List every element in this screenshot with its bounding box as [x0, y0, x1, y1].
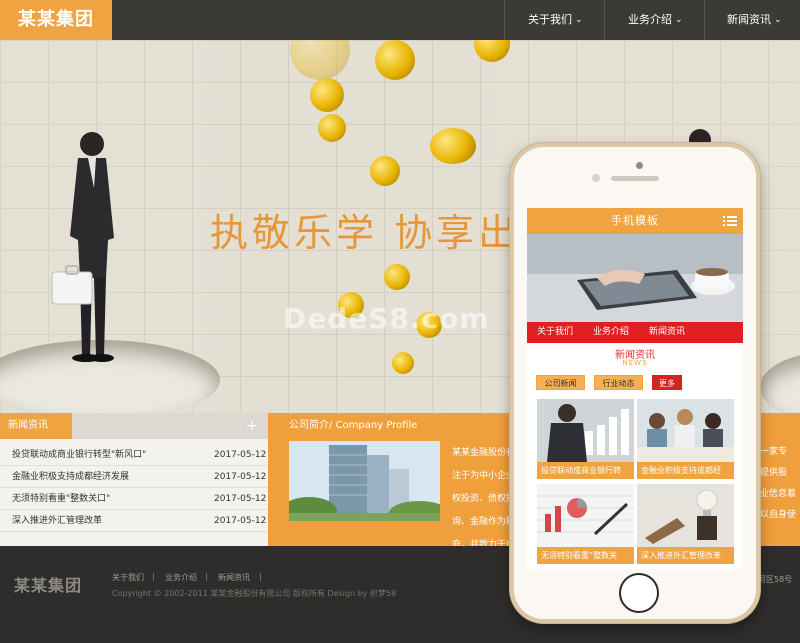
- watermark-text: DedeS8.com: [283, 302, 490, 335]
- footer-separator: |: [205, 572, 208, 581]
- nav-divider: [704, 0, 705, 40]
- mobile-screen: 手机模板 关于我们 业务介绍 新闻资讯 新闻资讯 NEWS 公司新闻 行业动态 …: [527, 208, 743, 569]
- site-header: 某某集团 关于我们 ⌄ 业务介绍 ⌄ 新闻资讯 ⌄: [0, 0, 800, 40]
- phone-sensor: [592, 174, 600, 182]
- card-image: [537, 484, 634, 547]
- nav-item-label: 业务介绍: [628, 13, 672, 26]
- news-item-date: 2017-05-12: [214, 516, 267, 526]
- mobile-news-card[interactable]: 金融业积极支持成都经: [637, 399, 734, 480]
- news-item-date: 2017-05-12: [214, 494, 267, 504]
- mobile-tab-industry[interactable]: 行业动态: [594, 375, 643, 390]
- plus-icon[interactable]: +: [246, 413, 258, 439]
- news-list-item[interactable]: 深入推进外汇管理改革 2017-05-12: [0, 510, 268, 532]
- footer-address: 河区58号: [758, 575, 793, 584]
- mobile-news-card[interactable]: 深入推进外汇管理改革: [637, 484, 734, 565]
- news-list-item[interactable]: 金融业积极支持成都经济发展 2017-05-12: [0, 466, 268, 488]
- nav-item-label: 关于我们: [528, 13, 572, 26]
- about-panel-title: 公司简介/ Company Profile: [289, 420, 418, 431]
- news-item-title[interactable]: 无须特别看重"整数关口": [12, 488, 110, 510]
- coin-decoration: [430, 128, 476, 164]
- news-item-date: 2017-05-12: [214, 472, 267, 482]
- footer-link-about[interactable]: 关于我们: [112, 572, 144, 583]
- footer-separator: |: [259, 572, 262, 581]
- nav-divider: [504, 0, 505, 40]
- mobile-nav-item-about[interactable]: 关于我们: [527, 322, 583, 343]
- site-logo[interactable]: 某某集团: [0, 0, 112, 40]
- mobile-banner-image[interactable]: [527, 234, 743, 322]
- nav-item-about[interactable]: 关于我们 ⌄: [528, 0, 583, 40]
- phone-speaker: [611, 176, 659, 181]
- nav-divider: [604, 0, 605, 40]
- nav-item-business[interactable]: 业务介绍 ⌄: [628, 0, 683, 40]
- mobile-header: 手机模板: [527, 208, 743, 234]
- mobile-title: 手机模板: [611, 214, 659, 227]
- footer-link-business[interactable]: 业务介绍: [165, 572, 197, 583]
- hero-slogan: 执敬乐学 协享出: [210, 211, 521, 255]
- news-list-item[interactable]: 投贷联动成商业银行转型"新风口" 2017-05-12: [0, 444, 268, 466]
- mobile-section-subtitle: NEWS: [622, 359, 648, 367]
- footer-copyright: Copyright © 2002-2011 某某金融股份有限公司 版权所有 De…: [112, 589, 397, 598]
- mobile-tab-more[interactable]: 更多: [652, 375, 682, 390]
- coin-decoration: [375, 40, 415, 80]
- coin-decoration: [392, 352, 414, 374]
- news-item-title[interactable]: 金融业积极支持成都经济发展: [12, 466, 129, 488]
- footer-link-news[interactable]: 新闻资讯: [218, 572, 250, 583]
- chevron-down-icon: ⌄: [575, 15, 583, 25]
- company-building-image[interactable]: [289, 441, 440, 521]
- coin-decoration: [370, 156, 400, 186]
- businessman-figure: [51, 132, 114, 362]
- mobile-nav-item-business[interactable]: 业务介绍: [583, 322, 639, 343]
- news-item-date: 2017-05-12: [214, 450, 267, 460]
- mobile-news-card[interactable]: 无须特别看重“整数关: [537, 484, 634, 565]
- coin-decoration: [318, 114, 346, 142]
- mobile-tab-company-news[interactable]: 公司新闻: [536, 375, 585, 390]
- card-caption: 深入推进外汇管理改革: [637, 547, 734, 564]
- phone-camera: [636, 162, 643, 169]
- news-panel: 新闻资讯 + 投贷联动成商业银行转型"新风口" 2017-05-12 金融业积极…: [0, 413, 268, 546]
- chevron-down-icon: ⌄: [774, 15, 782, 25]
- news-panel-title: 新闻资讯: [0, 413, 72, 439]
- coin-decoration: [384, 264, 410, 290]
- phone-home-button[interactable]: [619, 573, 659, 613]
- menu-icon[interactable]: [723, 214, 737, 228]
- card-caption: 投贷联动成商业银行转: [537, 462, 634, 479]
- card-image: [637, 484, 734, 547]
- chevron-down-icon: ⌄: [675, 15, 683, 25]
- nav-item-news[interactable]: 新闻资讯 ⌄: [727, 0, 782, 40]
- nav-item-label: 新闻资讯: [727, 13, 771, 26]
- news-list-item[interactable]: 无须特别看重"整数关口" 2017-05-12: [0, 488, 268, 510]
- coin-decoration: [310, 78, 344, 112]
- mobile-nav: 关于我们 业务介绍 新闻资讯: [527, 322, 743, 343]
- news-panel-header: 新闻资讯 +: [0, 413, 268, 439]
- card-image: [637, 399, 734, 462]
- card-caption: 无须特别看重“整数关: [537, 547, 634, 564]
- phone-mockup: 手机模板 关于我们 业务介绍 新闻资讯 新闻资讯 NEWS 公司新闻 行业动态 …: [510, 143, 760, 623]
- mobile-nav-item-news[interactable]: 新闻资讯: [639, 322, 695, 343]
- news-item-title[interactable]: 投贷联动成商业银行转型"新风口": [12, 444, 146, 466]
- card-image: [537, 399, 634, 462]
- right-panel-text: 一家专 提供股 业信息着 以自身使: [760, 447, 797, 520]
- footer-separator: |: [152, 572, 155, 581]
- news-item-title[interactable]: 深入推进外汇管理改革: [12, 510, 102, 532]
- footer-logo[interactable]: 某某集团: [14, 572, 82, 596]
- card-caption: 金融业积极支持成都经: [637, 462, 734, 479]
- mobile-news-card[interactable]: 投贷联动成商业银行转: [537, 399, 634, 480]
